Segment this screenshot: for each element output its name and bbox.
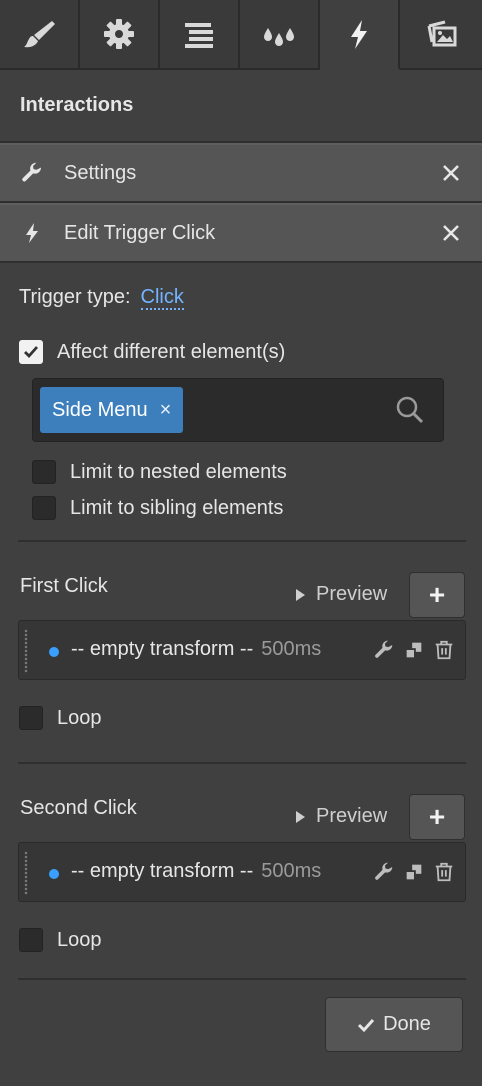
bolt-icon: [0, 221, 64, 245]
trash-icon[interactable]: [433, 639, 455, 661]
action-duration: 500ms: [261, 860, 322, 882]
interactions-panel: Interactions Settings Edit Trigger Click…: [0, 0, 482, 1086]
second-click-loop-row[interactable]: Loop: [19, 928, 102, 952]
limit-nested-checkbox[interactable]: [32, 460, 56, 484]
tab-settings[interactable]: [80, 0, 160, 70]
action-name: -- empty transform --: [71, 860, 254, 882]
limit-sibling-checkbox[interactable]: [32, 496, 56, 520]
affect-different-label: Affect different element(s): [57, 340, 286, 363]
loop-checkbox[interactable]: [19, 706, 43, 730]
assets-icon: [427, 20, 457, 47]
selector-tag[interactable]: Side Menu ×: [40, 387, 184, 433]
first-click-add-button[interactable]: +: [409, 572, 465, 618]
section-title: Interactions: [0, 70, 482, 143]
limit-nested-label: Limit to nested elements: [70, 460, 287, 483]
wrench-icon: [0, 161, 64, 185]
divider: [18, 978, 466, 980]
drag-handle[interactable]: [24, 629, 28, 673]
remove-tag-icon[interactable]: ×: [160, 399, 172, 422]
second-click-action-row[interactable]: -- empty transform -- 500ms: [18, 842, 466, 902]
edit-trigger-label: Edit Trigger Click: [64, 221, 216, 244]
wrench-icon[interactable]: [373, 639, 395, 661]
done-label: Done: [383, 1013, 431, 1035]
play-icon: [296, 588, 305, 601]
trigger-type-select[interactable]: Click: [140, 286, 184, 310]
checkmark-icon: [24, 346, 39, 359]
edit-trigger-bar[interactable]: Edit Trigger Click: [0, 203, 482, 263]
second-click-preview-button[interactable]: Preview: [296, 805, 387, 828]
action-tools: [373, 861, 455, 883]
second-click-add-button[interactable]: +: [409, 794, 465, 840]
panel-tabbar: [0, 0, 482, 70]
divider: [18, 540, 466, 542]
close-icon[interactable]: [420, 224, 482, 242]
first-click-loop-row[interactable]: Loop: [19, 706, 102, 730]
loop-checkbox[interactable]: [19, 928, 43, 952]
bolt-icon: [351, 20, 367, 49]
first-click-preview-button[interactable]: Preview: [296, 583, 387, 606]
divider: [18, 762, 466, 764]
second-click-title: Second Click: [20, 797, 137, 819]
trash-icon[interactable]: [433, 861, 455, 883]
tab-style-manager[interactable]: [240, 0, 320, 70]
settings-label: Settings: [64, 161, 137, 184]
tab-style[interactable]: [0, 0, 80, 70]
limit-sibling-label: Limit to sibling elements: [70, 496, 284, 519]
checkmark-icon: [358, 1018, 375, 1032]
action-name: -- empty transform --: [71, 638, 254, 660]
settings-bar[interactable]: Settings: [0, 143, 482, 203]
first-click-action-row[interactable]: -- empty transform -- 500ms: [18, 620, 466, 680]
navigator-icon: [185, 23, 213, 48]
gear-icon: [104, 19, 134, 49]
selector-tag-label: Side Menu: [52, 398, 148, 421]
loop-label: Loop: [57, 928, 102, 951]
search-icon[interactable]: [395, 395, 425, 425]
droplets-icon: [264, 28, 294, 46]
action-label: -- empty transform -- 500ms: [71, 860, 321, 883]
trigger-type-label: Trigger type:: [19, 286, 131, 308]
duplicate-icon[interactable]: [403, 861, 425, 883]
preview-label: Preview: [316, 805, 388, 827]
tab-assets[interactable]: [400, 0, 482, 70]
action-label: -- empty transform -- 500ms: [71, 638, 321, 661]
limit-nested-row[interactable]: Limit to nested elements: [32, 460, 287, 484]
action-tools: [373, 639, 455, 661]
action-duration: 500ms: [261, 638, 322, 660]
affect-different-checkbox[interactable]: [19, 340, 43, 364]
affect-different-row[interactable]: Affect different element(s): [19, 340, 285, 364]
play-icon: [296, 810, 305, 823]
done-button[interactable]: Done: [325, 997, 463, 1052]
element-selector-input[interactable]: Side Menu ×: [32, 378, 444, 442]
tab-interactions[interactable]: [320, 0, 400, 70]
preview-label: Preview: [316, 583, 388, 605]
drag-handle[interactable]: [24, 851, 28, 895]
action-status-dot: [49, 647, 59, 657]
first-click-title: First Click: [20, 575, 108, 597]
trigger-type-row: Trigger type: Click: [19, 286, 184, 310]
tab-navigator[interactable]: [160, 0, 240, 70]
limit-sibling-row[interactable]: Limit to sibling elements: [32, 496, 283, 520]
brush-icon: [24, 21, 55, 48]
duplicate-icon[interactable]: [403, 639, 425, 661]
loop-label: Loop: [57, 706, 102, 729]
close-icon[interactable]: [420, 164, 482, 182]
action-status-dot: [49, 869, 59, 879]
wrench-icon[interactable]: [373, 861, 395, 883]
